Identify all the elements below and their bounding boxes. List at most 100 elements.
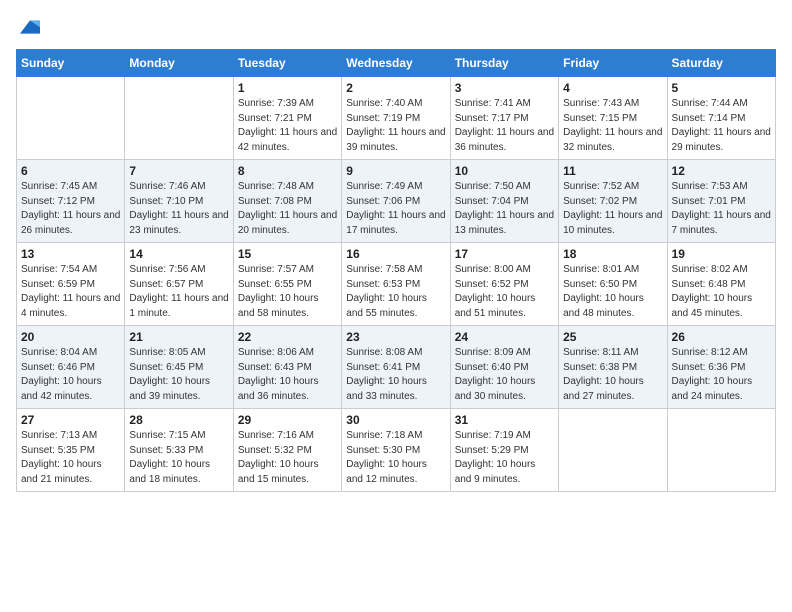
day-number: 9 [346,164,445,178]
calendar-week-row: 20 Sunrise: 8:04 AM Sunset: 6:46 PM Dayli… [17,326,776,409]
day-info: Sunrise: 7:15 AM Sunset: 5:33 PM Dayligh… [129,429,228,487]
day-number: 25 [563,330,662,344]
calendar-cell: 10 Sunrise: 7:50 AM Sunset: 7:04 PM Dayli… [450,160,558,243]
calendar-cell: 17 Sunrise: 8:00 AM Sunset: 6:52 PM Dayli… [450,243,558,326]
day-header-thursday: Thursday [450,50,558,77]
calendar-cell: 24 Sunrise: 8:09 AM Sunset: 6:40 PM Dayli… [450,326,558,409]
day-number: 5 [672,81,771,95]
calendar-cell: 28 Sunrise: 7:15 AM Sunset: 5:33 PM Dayli… [125,409,233,492]
day-number: 19 [672,247,771,261]
day-header-saturday: Saturday [667,50,775,77]
calendar-cell: 26 Sunrise: 8:12 AM Sunset: 6:36 PM Dayli… [667,326,775,409]
day-number: 30 [346,413,445,427]
page-header [16,16,776,37]
calendar-table: SundayMondayTuesdayWednesdayThursdayFrid… [16,49,776,492]
day-info: Sunrise: 7:48 AM Sunset: 7:08 PM Dayligh… [238,180,337,238]
day-number: 11 [563,164,662,178]
calendar-week-row: 27Sunrise: 7:13 AM Sunset: 5:35 PM Dayli… [17,409,776,492]
calendar-cell: 29 Sunrise: 7:16 AM Sunset: 5:32 PM Dayli… [233,409,341,492]
logo [16,16,48,37]
day-info: Sunrise: 7:19 AM Sunset: 5:29 PM Dayligh… [455,429,554,487]
day-info: Sunrise: 7:40 AM Sunset: 7:19 PM Dayligh… [346,97,445,155]
calendar-cell: 8 Sunrise: 7:48 AM Sunset: 7:08 PM Daylig… [233,160,341,243]
calendar-cell: 25 Sunrise: 8:11 AM Sunset: 6:38 PM Dayli… [559,326,667,409]
calendar-cell [17,77,125,160]
day-info: Sunrise: 8:08 AM Sunset: 6:41 PM Dayligh… [346,346,445,404]
day-header-monday: Monday [125,50,233,77]
calendar-cell: 30 Sunrise: 7:18 AM Sunset: 5:30 PM Dayli… [342,409,450,492]
calendar-cell: 12 Sunrise: 7:53 AM Sunset: 7:01 PM Dayli… [667,160,775,243]
day-number: 10 [455,164,554,178]
day-info: Sunrise: 8:11 AM Sunset: 6:38 PM Dayligh… [563,346,662,404]
day-number: 26 [672,330,771,344]
day-info: Sunrise: 7:18 AM Sunset: 5:30 PM Dayligh… [346,429,445,487]
day-number: 1 [238,81,337,95]
calendar-cell: 22Sunrise: 8:06 AM Sunset: 6:43 PM Dayli… [233,326,341,409]
calendar-cell: 5 Sunrise: 7:44 AM Sunset: 7:14 PM Daylig… [667,77,775,160]
day-number: 13 [21,247,120,261]
calendar-cell: 13 Sunrise: 7:54 AM Sunset: 6:59 PM Dayli… [17,243,125,326]
day-header-tuesday: Tuesday [233,50,341,77]
calendar-cell: 2Sunrise: 7:40 AM Sunset: 7:19 PM Daylig… [342,77,450,160]
calendar-cell: 11 Sunrise: 7:52 AM Sunset: 7:02 PM Dayli… [559,160,667,243]
calendar-cell [559,409,667,492]
calendar-week-row: 1 Sunrise: 7:39 AM Sunset: 7:21 PM Daylig… [17,77,776,160]
day-number: 7 [129,164,228,178]
day-header-friday: Friday [559,50,667,77]
day-info: Sunrise: 7:56 AM Sunset: 6:57 PM Dayligh… [129,263,228,321]
calendar-cell: 31 Sunrise: 7:19 AM Sunset: 5:29 PM Dayli… [450,409,558,492]
calendar-cell: 20 Sunrise: 8:04 AM Sunset: 6:46 PM Dayli… [17,326,125,409]
calendar-cell: 6Sunrise: 7:45 AM Sunset: 7:12 PM Daylig… [17,160,125,243]
day-info: Sunrise: 7:49 AM Sunset: 7:06 PM Dayligh… [346,180,445,238]
day-number: 24 [455,330,554,344]
day-number: 28 [129,413,228,427]
calendar-cell: 19 Sunrise: 8:02 AM Sunset: 6:48 PM Dayli… [667,243,775,326]
day-info: Sunrise: 8:09 AM Sunset: 6:40 PM Dayligh… [455,346,554,404]
day-info: Sunrise: 8:05 AM Sunset: 6:45 PM Dayligh… [129,346,228,404]
day-info: Sunrise: 7:46 AM Sunset: 7:10 PM Dayligh… [129,180,228,238]
day-info: Sunrise: 7:57 AM Sunset: 6:55 PM Dayligh… [238,263,337,321]
day-info: Sunrise: 8:12 AM Sunset: 6:36 PM Dayligh… [672,346,771,404]
day-info: Sunrise: 7:16 AM Sunset: 5:32 PM Dayligh… [238,429,337,487]
calendar-cell: 27Sunrise: 7:13 AM Sunset: 5:35 PM Dayli… [17,409,125,492]
calendar-week-row: 6Sunrise: 7:45 AM Sunset: 7:12 PM Daylig… [17,160,776,243]
day-info: Sunrise: 7:44 AM Sunset: 7:14 PM Dayligh… [672,97,771,155]
day-info: Sunrise: 8:06 AM Sunset: 6:43 PM Dayligh… [238,346,337,404]
day-number: 12 [672,164,771,178]
day-header-wednesday: Wednesday [342,50,450,77]
calendar-cell: 7 Sunrise: 7:46 AM Sunset: 7:10 PM Daylig… [125,160,233,243]
calendar-cell: 9 Sunrise: 7:49 AM Sunset: 7:06 PM Daylig… [342,160,450,243]
day-number: 20 [21,330,120,344]
calendar-cell: 1 Sunrise: 7:39 AM Sunset: 7:21 PM Daylig… [233,77,341,160]
day-info: Sunrise: 7:58 AM Sunset: 6:53 PM Dayligh… [346,263,445,321]
day-info: Sunrise: 7:54 AM Sunset: 6:59 PM Dayligh… [21,263,120,321]
calendar-cell: 21Sunrise: 8:05 AM Sunset: 6:45 PM Dayli… [125,326,233,409]
day-number: 29 [238,413,337,427]
day-info: Sunrise: 7:50 AM Sunset: 7:04 PM Dayligh… [455,180,554,238]
day-number: 14 [129,247,228,261]
calendar-week-row: 13 Sunrise: 7:54 AM Sunset: 6:59 PM Dayli… [17,243,776,326]
day-info: Sunrise: 8:02 AM Sunset: 6:48 PM Dayligh… [672,263,771,321]
calendar-cell: 18Sunrise: 8:01 AM Sunset: 6:50 PM Dayli… [559,243,667,326]
day-info: Sunrise: 7:53 AM Sunset: 7:01 PM Dayligh… [672,180,771,238]
day-number: 8 [238,164,337,178]
day-number: 23 [346,330,445,344]
day-info: Sunrise: 7:52 AM Sunset: 7:02 PM Dayligh… [563,180,662,238]
day-number: 27 [21,413,120,427]
day-info: Sunrise: 8:00 AM Sunset: 6:52 PM Dayligh… [455,263,554,321]
day-info: Sunrise: 7:43 AM Sunset: 7:15 PM Dayligh… [563,97,662,155]
day-number: 18 [563,247,662,261]
day-number: 16 [346,247,445,261]
day-number: 3 [455,81,554,95]
day-number: 15 [238,247,337,261]
calendar-cell: 4 Sunrise: 7:43 AM Sunset: 7:15 PM Daylig… [559,77,667,160]
calendar-cell: 16 Sunrise: 7:58 AM Sunset: 6:53 PM Dayli… [342,243,450,326]
day-number: 17 [455,247,554,261]
calendar-cell [125,77,233,160]
calendar-cell [667,409,775,492]
day-number: 4 [563,81,662,95]
day-info: Sunrise: 7:39 AM Sunset: 7:21 PM Dayligh… [238,97,337,155]
day-info: Sunrise: 7:41 AM Sunset: 7:17 PM Dayligh… [455,97,554,155]
day-info: Sunrise: 8:04 AM Sunset: 6:46 PM Dayligh… [21,346,120,404]
day-number: 31 [455,413,554,427]
